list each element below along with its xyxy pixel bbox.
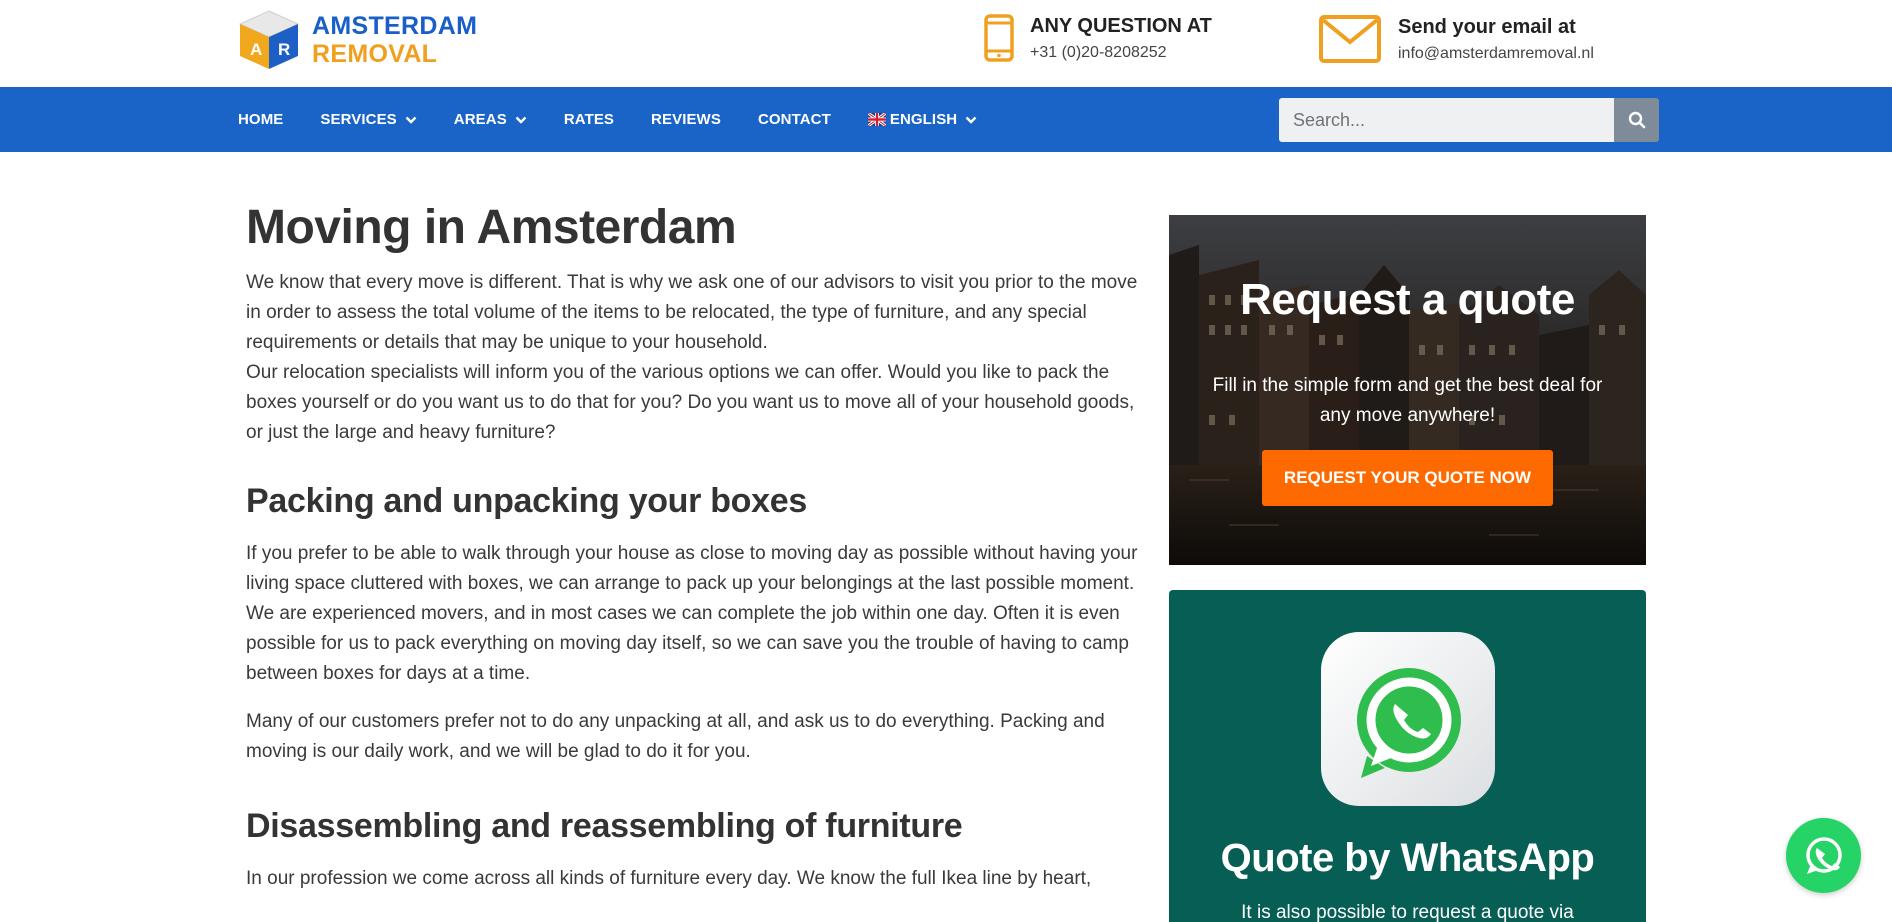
nav-item-label: HOME — [238, 111, 284, 128]
chevron-down-icon — [965, 116, 977, 124]
nav-item-contact[interactable]: CONTACT — [758, 111, 831, 128]
intro-paragraph-1: We know that every move is different. Th… — [246, 272, 1138, 353]
search-icon — [1628, 111, 1645, 129]
main-content: Moving in Amsterdam We know that every m… — [246, 190, 1146, 894]
whatsapp-subtitle: It is also possible to request a quote v… — [1241, 902, 1574, 922]
search-button[interactable] — [1614, 98, 1659, 142]
nav-item-label: CONTACT — [757, 111, 831, 128]
phone-number[interactable]: +31 (0)20-8208252 — [1030, 44, 1212, 62]
logo-text-removal: REMOVAL — [312, 40, 438, 68]
nav-item-services[interactable]: SERVICES — [320, 111, 417, 128]
floating-whatsapp-button[interactable] — [1786, 818, 1861, 893]
search-input[interactable] — [1279, 98, 1614, 142]
nav-item-reviews[interactable]: REVIEWS — [651, 111, 721, 128]
phone-title: ANY QUESTION AT — [1030, 15, 1212, 37]
search-form — [1279, 98, 1659, 142]
uk-flag-icon — [867, 113, 886, 126]
whatsapp-title: Quote by WhatsApp — [1220, 836, 1595, 880]
main-navigation: HOME SERVICES AREAS RATES REVIEWS CONTAC… — [0, 87, 1892, 152]
page-title: Moving in Amsterdam — [246, 201, 737, 254]
nav-item-home[interactable]: HOME — [238, 111, 283, 128]
logo-text-amsterdam: AMSTERDAM — [312, 12, 478, 40]
nav-item-label: RATES — [563, 111, 615, 128]
nav-item-language[interactable]: ENGLISH — [867, 111, 977, 128]
site-logo[interactable]: A R AMSTERDAM REMOVAL — [234, 6, 488, 74]
logo-cube-letter-r: R — [278, 40, 290, 59]
quote-subtitle: Fill in the simple form and get the best… — [1212, 375, 1603, 426]
request-quote-card: Request a quote Fill in the simple form … — [1169, 215, 1646, 565]
nav-item-label: ENGLISH — [889, 111, 958, 128]
packing-paragraph-2: Many of our customers prefer not to do a… — [246, 711, 1105, 762]
envelope-icon — [1318, 14, 1382, 64]
header-phone-contact[interactable]: ANY QUESTION AT +31 (0)20-8208252 — [984, 14, 1212, 62]
mobile-phone-icon — [984, 14, 1014, 62]
whatsapp-app-icon[interactable] — [1315, 626, 1501, 812]
header-email-contact[interactable]: Send your email at info@amsterdamremoval… — [1318, 14, 1594, 64]
disassembling-paragraph: In our profession we come across all kin… — [246, 868, 1092, 889]
chevron-down-icon — [515, 116, 527, 124]
chevron-down-icon — [405, 116, 417, 124]
disassembling-heading: Disassembling and reassembling of furnit… — [246, 807, 963, 845]
logo-cube-letter-a: A — [250, 40, 262, 59]
logo-cube-icon: A R — [234, 7, 304, 73]
nav-item-label: SERVICES — [320, 111, 397, 128]
packing-paragraph-1: If you prefer to be able to walk through… — [246, 543, 1138, 684]
nav-item-label: REVIEWS — [651, 111, 721, 128]
nav-item-areas[interactable]: AREAS — [454, 111, 527, 128]
packing-heading: Packing and unpacking your boxes — [246, 482, 807, 520]
whatsapp-quote-card: Quote by WhatsApp It is also possible to… — [1169, 590, 1646, 922]
request-quote-button[interactable]: REQUEST YOUR QUOTE NOW — [1262, 450, 1553, 506]
email-address[interactable]: info@amsterdamremoval.nl — [1398, 45, 1594, 63]
site-header: A R AMSTERDAM REMOVAL ANY QUESTION AT +3… — [0, 0, 1892, 87]
nav-item-label: AREAS — [453, 111, 507, 128]
nav-item-rates[interactable]: RATES — [564, 111, 614, 128]
quote-title: Request a quote — [1240, 275, 1575, 324]
email-title: Send your email at — [1398, 16, 1576, 38]
intro-paragraph-2: Our relocation specialists will inform y… — [246, 362, 1135, 443]
whatsapp-icon — [1805, 836, 1842, 874]
